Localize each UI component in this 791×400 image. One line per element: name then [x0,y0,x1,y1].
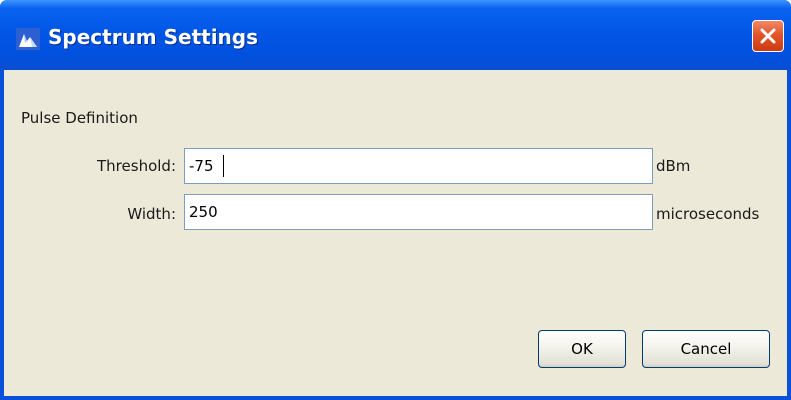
dialog-body: Pulse Definition Threshold: dBm Width: m… [4,70,787,396]
spectrum-app-icon [16,28,40,50]
cancel-button[interactable]: Cancel [642,330,770,368]
pulse-definition-label: Pulse Definition [21,109,138,127]
spectrum-settings-dialog: Spectrum Settings Pulse Definition Thres… [0,0,791,400]
window-title: Spectrum Settings [48,25,259,49]
ok-button[interactable]: OK [538,330,626,368]
threshold-input[interactable] [184,148,653,184]
width-input[interactable] [184,194,653,230]
threshold-unit: dBm [656,157,691,175]
width-unit: microseconds [656,205,760,223]
close-icon [760,28,776,44]
title-bar: Spectrum Settings [0,0,791,70]
width-label: Width: [127,205,176,223]
close-button[interactable] [752,20,784,52]
threshold-label: Threshold: [97,157,176,175]
text-caret [223,155,224,177]
